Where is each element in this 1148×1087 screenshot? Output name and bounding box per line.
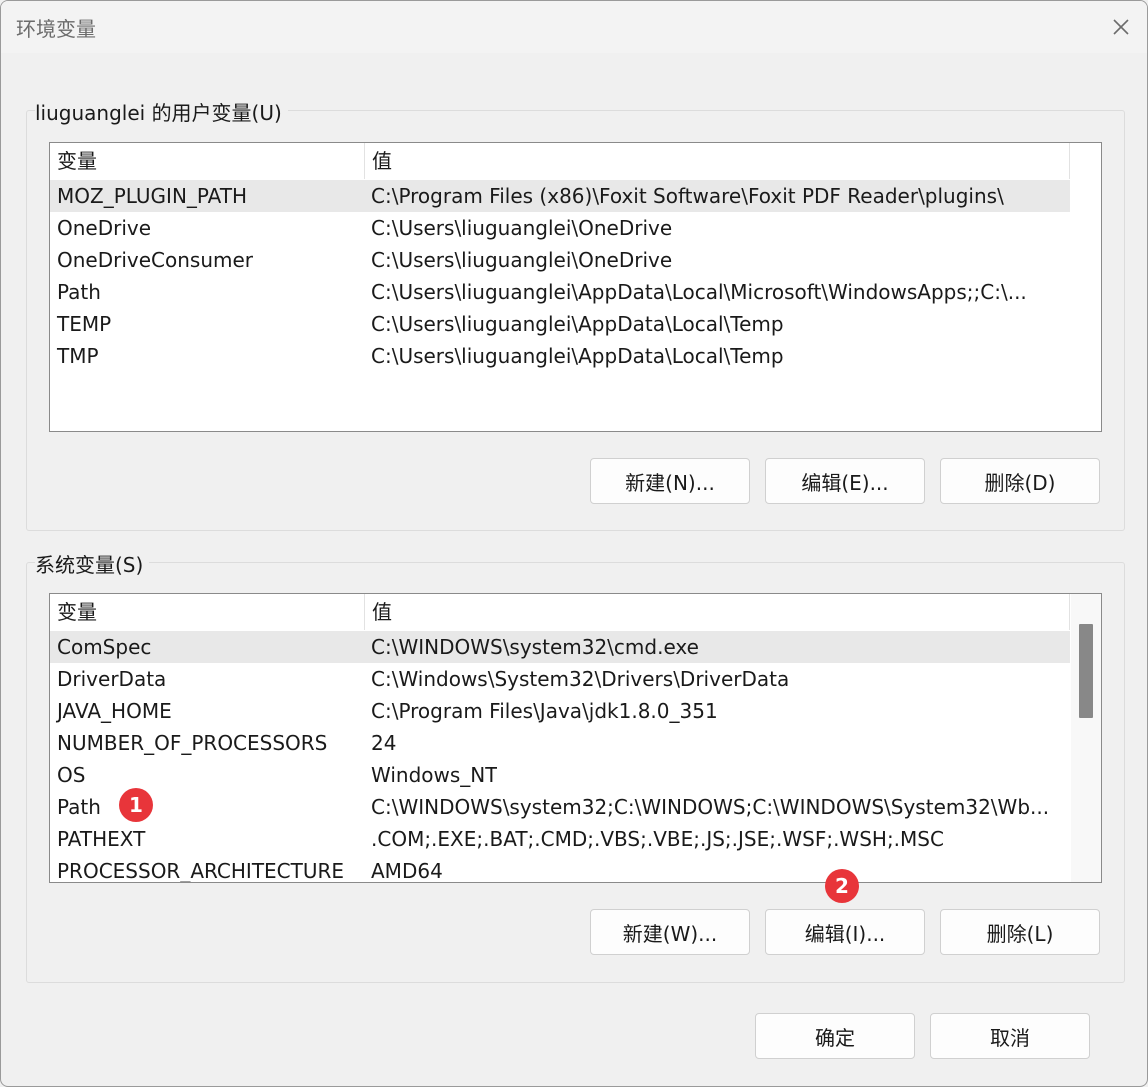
table-row[interactable]: PROCESSOR_ARCHITECTURE AMD64: [50, 855, 1070, 883]
table-row[interactable]: Path C:\Users\liuguanglei\AppData\Local\…: [50, 276, 1070, 308]
variable-name: OS: [57, 763, 86, 787]
variable-name: Path: [57, 280, 101, 304]
variable-name: ComSpec: [57, 635, 152, 659]
user-variables-label: liuguanglei 的用户变量(U): [35, 97, 288, 126]
table-row[interactable]: OS Windows_NT: [50, 759, 1070, 791]
table-row[interactable]: DriverData C:\Windows\System32\Drivers\D…: [50, 663, 1070, 695]
user-variables-header: 变量 值: [50, 143, 1070, 179]
variable-value: 24: [371, 731, 397, 755]
table-row[interactable]: Path C:\WINDOWS\system32;C:\WINDOWS;C:\W…: [50, 791, 1070, 823]
system-delete-button[interactable]: 删除(L): [940, 909, 1100, 955]
user-delete-button[interactable]: 删除(D): [940, 458, 1100, 504]
variable-name: PROCESSOR_ARCHITECTURE: [57, 859, 345, 883]
system-list-scrollbar[interactable]: [1071, 594, 1101, 882]
variable-value: C:\Users\liuguanglei\AppData\Local\Micro…: [371, 280, 1027, 304]
variable-value: C:\Users\liuguanglei\AppData\Local\Temp: [371, 312, 784, 336]
annotation-badge-2: 2: [825, 869, 859, 903]
user-variables-list[interactable]: 变量 值 MOZ_PLUGIN_PATH C:\Program Files (x…: [49, 142, 1102, 432]
variable-name: JAVA_HOME: [57, 699, 172, 723]
table-row[interactable]: NUMBER_OF_PROCESSORS 24: [50, 727, 1070, 759]
variable-name: Path: [57, 795, 101, 819]
environment-variables-dialog: 环境变量 liuguanglei 的用户变量(U) 变量 值 MOZ_PLUGI…: [0, 0, 1148, 1087]
scrollbar-thumb[interactable]: [1079, 624, 1093, 718]
column-header-name[interactable]: 变量: [50, 594, 365, 630]
variable-value: C:\Program Files (x86)\Foxit Software\Fo…: [371, 184, 1004, 208]
variable-name: NUMBER_OF_PROCESSORS: [57, 731, 328, 755]
variable-value: C:\Users\liuguanglei\OneDrive: [371, 248, 673, 272]
window-title: 环境变量: [16, 17, 96, 41]
title-bar: 环境变量: [1, 1, 1147, 53]
variable-value: C:\Users\liuguanglei\OneDrive: [371, 216, 673, 240]
column-header-value[interactable]: 值: [365, 143, 1070, 179]
system-new-button[interactable]: 新建(W)...: [590, 909, 750, 955]
user-edit-button[interactable]: 编辑(E)...: [765, 458, 925, 504]
ok-button[interactable]: 确定: [755, 1013, 915, 1059]
cancel-button[interactable]: 取消: [930, 1013, 1090, 1059]
variable-name: DriverData: [57, 667, 167, 691]
variable-value: C:\WINDOWS\system32\cmd.exe: [371, 635, 699, 659]
table-row[interactable]: TMP C:\Users\liuguanglei\AppData\Local\T…: [50, 340, 1070, 372]
table-row[interactable]: PATHEXT .COM;.EXE;.BAT;.CMD;.VBS;.VBE;.J…: [50, 823, 1070, 855]
variable-name: OneDrive: [57, 216, 152, 240]
variable-value: .COM;.EXE;.BAT;.CMD;.VBS;.VBE;.JS;.JSE;.…: [371, 827, 944, 851]
variable-name: TEMP: [57, 312, 112, 336]
variable-value: Windows_NT: [371, 763, 498, 787]
variable-name: OneDriveConsumer: [57, 248, 254, 272]
table-row[interactable]: MOZ_PLUGIN_PATH C:\Program Files (x86)\F…: [50, 180, 1070, 212]
close-button[interactable]: [1101, 7, 1141, 47]
table-row[interactable]: JAVA_HOME C:\Program Files\Java\jdk1.8.0…: [50, 695, 1070, 727]
column-header-value[interactable]: 值: [365, 594, 1070, 630]
table-row[interactable]: ComSpec C:\WINDOWS\system32\cmd.exe: [50, 631, 1070, 663]
variable-value: C:\Users\liuguanglei\AppData\Local\Temp: [371, 344, 784, 368]
system-variables-label: 系统变量(S): [35, 549, 150, 578]
system-edit-button[interactable]: 编辑(I)...: [765, 909, 925, 955]
variable-name: PATHEXT: [57, 827, 146, 851]
user-new-button[interactable]: 新建(N)...: [590, 458, 750, 504]
variable-name: MOZ_PLUGIN_PATH: [57, 184, 248, 208]
annotation-badge-1: 1: [119, 788, 153, 822]
variable-name: TMP: [57, 344, 99, 368]
variable-value: C:\WINDOWS\system32;C:\WINDOWS;C:\WINDOW…: [371, 795, 1050, 819]
table-row[interactable]: OneDrive C:\Users\liuguanglei\OneDrive: [50, 212, 1070, 244]
column-header-name[interactable]: 变量: [50, 143, 365, 179]
system-variables-list[interactable]: 变量 值 ComSpec C:\WINDOWS\system32\cmd.exe…: [49, 593, 1102, 883]
variable-value: AMD64: [371, 859, 443, 883]
table-row[interactable]: TEMP C:\Users\liuguanglei\AppData\Local\…: [50, 308, 1070, 340]
close-icon: [1113, 19, 1129, 35]
system-variables-header: 变量 值: [50, 594, 1070, 630]
variable-value: C:\Windows\System32\Drivers\DriverData: [371, 667, 790, 691]
variable-value: C:\Program Files\Java\jdk1.8.0_351: [371, 699, 718, 723]
table-row[interactable]: OneDriveConsumer C:\Users\liuguanglei\On…: [50, 244, 1070, 276]
